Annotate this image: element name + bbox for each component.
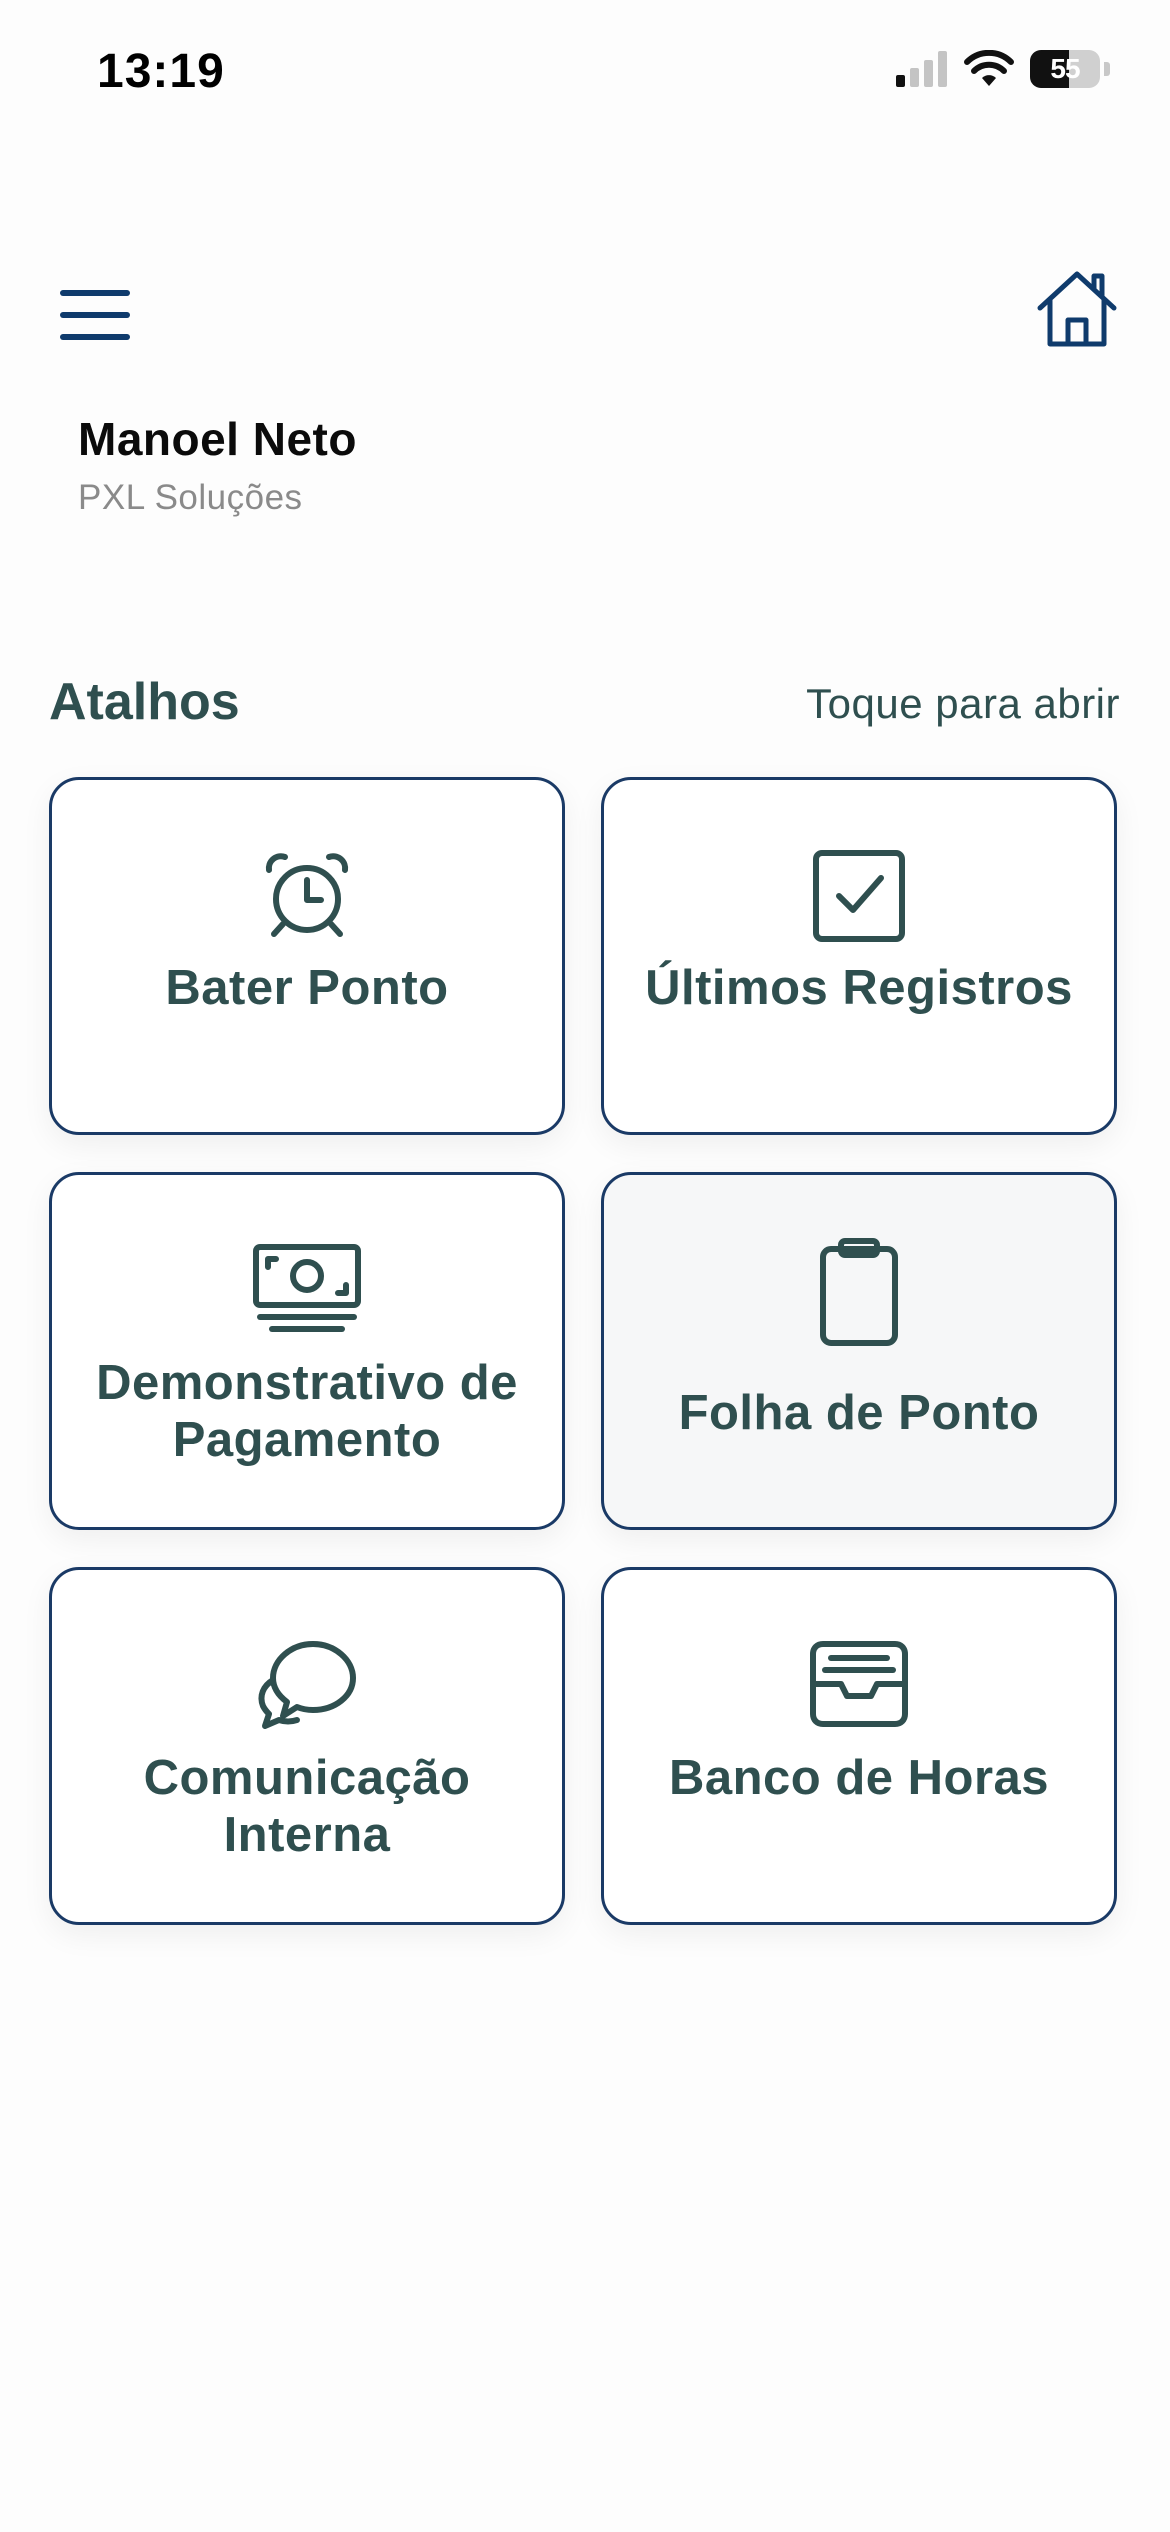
home-icon (1037, 271, 1117, 347)
shortcut-label: Últimos Registros (645, 961, 1073, 1015)
shortcut-label: Bater Ponto (165, 961, 449, 1015)
money-icon (253, 1244, 361, 1332)
shortcut-label: Folha de Ponto (678, 1386, 1040, 1440)
shortcuts-hint: Toque para abrir (806, 680, 1120, 727)
shortcut-bater-ponto[interactable]: Bater Ponto (49, 777, 565, 1135)
shortcut-comunicacao-interna[interactable]: Comunicação Interna (49, 1567, 565, 1925)
inbox-tray-icon (810, 1641, 908, 1727)
battery-level: 55 (1050, 53, 1080, 84)
shortcut-label: Banco de Horas (668, 1751, 1050, 1805)
shortcut-demonstrativo-pagamento[interactable]: Demonstrativo de Pagamento (49, 1172, 565, 1530)
menu-button[interactable] (56, 290, 132, 342)
shortcut-banco-horas[interactable]: Banco de Horas (601, 1567, 1117, 1925)
checkbox-icon (813, 850, 905, 942)
shortcuts-title: Atalhos (49, 673, 240, 731)
shortcut-ultimos-registros[interactable]: Últimos Registros (601, 777, 1117, 1135)
cellular-signal-icon (896, 51, 947, 87)
status-time: 13:19 (97, 45, 225, 98)
company-name: PXL Soluções (78, 478, 303, 517)
status-bar: 13:19 55 (0, 0, 1170, 150)
clipboard-icon (820, 1238, 898, 1346)
shortcut-label: Comunicação Interna (143, 1751, 471, 1862)
alarm-clock-icon (265, 853, 349, 937)
menu-icon-bar-middle (60, 312, 130, 318)
status-icons: 55 (896, 50, 1110, 88)
chat-bubbles-icon (258, 1641, 356, 1729)
menu-icon-bar-top (60, 290, 130, 296)
menu-icon-bar-bottom (60, 334, 130, 340)
home-button[interactable] (1034, 266, 1120, 352)
wifi-icon (964, 50, 1014, 86)
battery-icon: 55 (1030, 50, 1100, 88)
shortcut-label: Demonstrativo de Pagamento (96, 1356, 518, 1467)
shortcut-folha-ponto[interactable]: Folha de Ponto (601, 1172, 1117, 1530)
battery-tip (1104, 62, 1110, 76)
user-name: Manoel Neto (78, 413, 357, 465)
